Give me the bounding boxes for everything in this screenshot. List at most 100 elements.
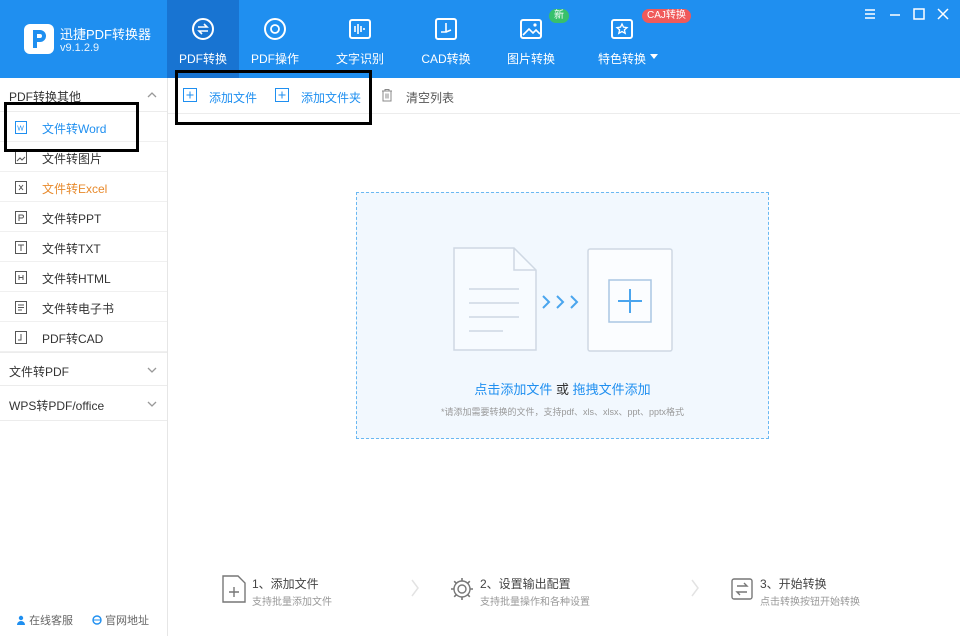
sidebar-item-label: 文件转图片 xyxy=(42,152,103,166)
document-icon xyxy=(453,247,537,351)
trash-icon xyxy=(382,89,392,102)
step-title: 1、添加文件 xyxy=(252,577,319,591)
tab-label: CAD转换 xyxy=(421,52,471,66)
special-icon xyxy=(611,19,633,39)
ocr-icon xyxy=(349,19,371,39)
group-label: PDF转换其他 xyxy=(9,90,82,104)
html-file-icon xyxy=(15,271,27,284)
new-badge: 新 xyxy=(549,9,569,23)
step-desc: 点击转换按钮开始转换 xyxy=(760,597,860,608)
sidebar: PDF转换其他 W 文件转Word 文件转图片 文件转Excel 文件转PPT … xyxy=(0,78,168,636)
step-desc: 支持批量操作和各种设置 xyxy=(480,597,590,608)
chevron-right-icon xyxy=(691,579,699,597)
online-service-label: 在线客服 xyxy=(29,615,74,627)
chevron-right-icon xyxy=(411,579,419,597)
target-file-icon xyxy=(587,248,673,352)
step-title: 2、设置输出配置 xyxy=(480,577,571,591)
pdf-convert-icon xyxy=(192,18,214,40)
clear-list-label: 清空列表 xyxy=(406,91,455,105)
ppt-file-icon xyxy=(15,211,27,224)
convert-icon xyxy=(731,578,753,600)
word-file-icon: W xyxy=(15,121,27,134)
tab-pdf-operate[interactable]: PDF操作 xyxy=(239,0,311,78)
cad-icon xyxy=(435,18,457,40)
txt-file-icon xyxy=(15,241,27,254)
app-version: v9.1.2.9 xyxy=(60,42,100,54)
sidebar-item-label: 文件转电子书 xyxy=(42,302,115,316)
file-add-icon xyxy=(222,575,246,603)
chevron-down-icon xyxy=(147,401,157,407)
supported-formats-hint: *请添加需要转换的文件，支持pdf、xls、xlsx、ppt、pptx格式 xyxy=(440,407,685,417)
close-icon[interactable] xyxy=(935,6,951,22)
add-file-icon xyxy=(183,88,197,102)
chevron-up-icon xyxy=(147,92,157,98)
or-text: 或 xyxy=(552,382,573,397)
click-add-file-link[interactable]: 点击添加文件 xyxy=(474,382,552,397)
sidebar-item-word[interactable]: W 文件转Word xyxy=(0,112,167,142)
step-title: 3、开始转换 xyxy=(760,577,827,591)
dropdown-arrow-icon xyxy=(650,54,658,59)
globe-icon xyxy=(92,615,102,625)
step-start-convert: 3、开始转换 点击转换按钮开始转换 xyxy=(730,573,900,609)
svg-text:W: W xyxy=(17,126,24,133)
tab-ocr[interactable]: 文字识别 xyxy=(324,0,396,78)
step-output-settings: 2、设置输出配置 支持批量操作和各种设置 xyxy=(450,573,630,609)
tab-label: PDF转换 xyxy=(178,52,227,66)
minimize-icon[interactable] xyxy=(887,6,903,22)
step-add-file: 1、添加文件 支持批量添加文件 xyxy=(222,573,382,609)
menu-icon[interactable] xyxy=(862,6,878,22)
file-drop-zone[interactable]: 点击添加文件 或 拖拽文件添加 *请添加需要转换的文件，支持pdf、xls、xl… xyxy=(356,192,769,439)
tab-pdf-convert[interactable]: PDF转换 xyxy=(167,0,239,78)
group-label: 文件转PDF xyxy=(9,365,70,379)
cad-file-icon xyxy=(15,331,27,344)
sidebar-item-ppt[interactable]: 文件转PPT xyxy=(0,202,167,232)
add-folder-label: 添加文件夹 xyxy=(301,91,362,105)
add-folder-button[interactable]: 添加文件夹 xyxy=(275,87,375,105)
sidebar-item-ebook[interactable]: 文件转电子书 xyxy=(0,292,167,322)
pdf-operate-icon xyxy=(264,18,286,40)
add-folder-icon xyxy=(275,88,289,102)
maximize-icon[interactable] xyxy=(911,6,927,22)
website-link[interactable]: 官网地址 xyxy=(92,612,149,628)
toolbar: 添加文件 添加文件夹 清空列表 xyxy=(168,78,960,114)
add-file-label: 添加文件 xyxy=(209,91,258,105)
sidebar-item-cad[interactable]: PDF转CAD xyxy=(0,322,167,352)
sidebar-item-label: PDF转CAD xyxy=(42,332,104,346)
app-name: 迅捷PDF转换器 xyxy=(60,27,152,42)
sidebar-item-label: 文件转Excel xyxy=(42,182,108,196)
image-icon xyxy=(520,19,542,39)
drag-add-file-link[interactable]: 拖拽文件添加 xyxy=(573,382,651,397)
sidebar-item-txt[interactable]: 文件转TXT xyxy=(0,232,167,262)
ebook-file-icon xyxy=(15,301,27,314)
chevron-down-icon xyxy=(147,367,157,373)
sidebar-item-excel[interactable]: 文件转Excel xyxy=(0,172,167,202)
sidebar-item-label: 文件转Word xyxy=(42,122,107,136)
caj-badge: CAJ转换 xyxy=(642,9,691,23)
arrows-icon xyxy=(542,295,579,309)
excel-file-icon xyxy=(15,181,27,194)
title-bar: 迅捷PDF转换器 v9.1.2.9 PDF转换 PDF操作 文字识别 CAD转换… xyxy=(0,0,960,78)
tab-label: 文字识别 xyxy=(335,52,384,66)
group-pdf-convert-other[interactable]: PDF转换其他 xyxy=(0,78,167,112)
sidebar-item-label: 文件转TXT xyxy=(42,242,101,256)
drop-zone-text: 点击添加文件 或 拖拽文件添加 xyxy=(357,379,768,398)
step-desc: 支持批量添加文件 xyxy=(252,597,332,608)
group-label: WPS转PDF/office xyxy=(9,399,105,413)
group-wps-to-pdf[interactable]: WPS转PDF/office xyxy=(0,387,167,421)
sidebar-item-image[interactable]: 文件转图片 xyxy=(0,142,167,172)
online-service-link[interactable]: 在线客服 xyxy=(16,612,73,628)
clear-list-button[interactable]: 清空列表 xyxy=(380,87,470,105)
sidebar-item-label: 文件转PPT xyxy=(42,212,102,226)
tab-label: PDF操作 xyxy=(250,52,299,66)
image-file-icon xyxy=(15,151,27,164)
website-label: 官网地址 xyxy=(105,615,150,627)
sidebar-item-label: 文件转HTML xyxy=(42,272,111,286)
tab-label: 图片转换 xyxy=(506,52,555,66)
sidebar-item-html[interactable]: 文件转HTML xyxy=(0,262,167,292)
tab-label: 特色转换 xyxy=(597,52,646,66)
user-icon xyxy=(17,615,25,625)
gear-icon xyxy=(451,578,473,600)
group-file-to-pdf[interactable]: 文件转PDF xyxy=(0,352,167,386)
add-file-button[interactable]: 添加文件 xyxy=(183,87,273,105)
tab-cad[interactable]: CAD转换 xyxy=(410,0,482,78)
